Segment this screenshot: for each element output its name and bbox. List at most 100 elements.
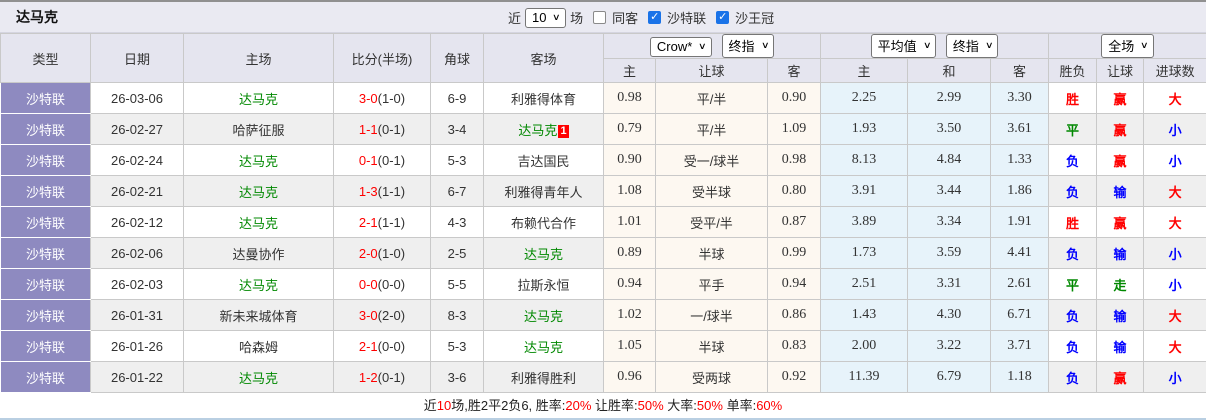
table-row: 沙特联 26-03-06 达马克 3-0(1-0) 6-9 利雅得体育 0.98…: [0, 82, 1206, 114]
match-history-panel: 达马克 近 10 ∨ 场 同客 沙特联 沙王冠 类型: [0, 0, 1206, 420]
footer-stat-value: 50%: [637, 398, 664, 413]
euro-home-odds-cell: 3.89: [820, 206, 909, 238]
chevron-down-icon: ∨: [922, 40, 932, 50]
euro-draw-odds-cell: 3.44: [907, 175, 992, 207]
header-row-selects: 类型 日期 主场 比分(半场) 角球 客场 Crow* ∨ 终指 ∨ 平均值 ∨ 终指…: [0, 33, 1206, 83]
away-team-cell[interactable]: 利雅得体育: [483, 82, 604, 114]
odds-company-select[interactable]: Crow* ∨: [649, 37, 712, 57]
euro-away-odds-cell: 4.41: [990, 237, 1050, 269]
league-type-cell: 沙特联: [0, 206, 91, 238]
asia-away-odds-cell: 0.87: [766, 206, 822, 238]
near-label: 近: [508, 11, 522, 26]
away-team-cell[interactable]: 达马克: [483, 330, 604, 362]
league-type-cell: 沙特联: [0, 144, 91, 176]
winloss-cell: 负: [1048, 299, 1098, 331]
euro-home-odds-cell: 2.51: [820, 268, 909, 300]
goals-cell: 大: [1143, 206, 1206, 238]
home-team-cell[interactable]: 达马克: [183, 361, 334, 393]
goals-cell: 小: [1143, 268, 1206, 300]
handicap-cell: 受平/半: [655, 206, 768, 238]
euro-home-odds-cell: 1.43: [820, 299, 909, 331]
home-team-cell[interactable]: 哈森姆: [183, 330, 334, 362]
euro-home-odds-cell: 1.73: [820, 237, 909, 269]
home-team-cell[interactable]: 达曼协作: [183, 237, 334, 269]
home-team-cell[interactable]: 新未来城体育: [183, 299, 334, 331]
asia-home-odds-cell: 1.01: [603, 206, 656, 238]
away-team-cell[interactable]: 达马克 1: [483, 113, 604, 145]
europe-average-select[interactable]: 平均值 ∨: [870, 34, 937, 58]
footer-stat-value: 60%: [756, 398, 783, 413]
table-row: 沙特联 26-01-26 哈森姆 2-1(0-0) 5-3 达马克 1.05 半…: [0, 330, 1206, 362]
date-cell: 26-02-12: [90, 206, 184, 238]
away-team-cell[interactable]: 利雅得胜利: [483, 361, 604, 393]
home-team-cell[interactable]: 达马克: [183, 144, 334, 176]
away-team-cell[interactable]: 拉斯永恒: [483, 268, 604, 300]
euro-home-odds-cell: 2.00: [820, 330, 909, 362]
score-cell: 2-1(0-0): [333, 330, 431, 362]
handicap-cell: 平/半: [655, 113, 768, 145]
result-scope-selects: 全场 ∨: [1048, 33, 1206, 59]
saudi-league-label[interactable]: 沙特联: [667, 8, 706, 27]
cover-cell: 赢: [1096, 113, 1145, 145]
europe-time-select[interactable]: 终指 ∨: [945, 34, 999, 58]
euro-draw-odds-cell: 3.22: [907, 330, 992, 362]
subheader-euro-draw: 和: [907, 58, 992, 83]
table-row: 沙特联 26-02-03 达马克 0-0(0-0) 5-5 拉斯永恒 0.94 …: [0, 268, 1206, 300]
date-cell: 26-02-21: [90, 175, 184, 207]
away-team-cell[interactable]: 吉达国民: [483, 144, 604, 176]
asia-away-odds-cell: 0.98: [766, 144, 822, 176]
asia-home-odds-cell: 0.89: [603, 237, 656, 269]
asia-away-odds-cell: 0.90: [766, 82, 822, 114]
full-match-select[interactable]: 全场 ∨: [1101, 34, 1154, 58]
handicap-cell: 平手: [655, 268, 768, 300]
league-type-cell: 沙特联: [0, 268, 91, 300]
kings-cup-checkbox[interactable]: [716, 10, 730, 24]
cover-cell: 赢: [1096, 82, 1145, 114]
saudi-league-checkbox[interactable]: [648, 10, 662, 24]
euro-draw-odds-cell: 4.84: [907, 144, 992, 176]
corner-cell: 2-5: [430, 237, 484, 269]
corner-cell: 4-3: [430, 206, 484, 238]
league-type-cell: 沙特联: [0, 299, 91, 331]
col-header-date: 日期: [90, 33, 184, 83]
subheader-asia-home: 主: [603, 58, 656, 83]
score-cell: 0-1(0-1): [333, 144, 431, 176]
games-label: 场: [570, 11, 584, 26]
footer-stat-label: 单率:: [722, 398, 757, 413]
kings-cup-label[interactable]: 沙王冠: [735, 8, 774, 27]
away-team-cell[interactable]: 布赖代合作: [483, 206, 604, 238]
home-team-cell[interactable]: 达马克: [183, 175, 334, 207]
euro-home-odds-cell: 11.39: [820, 361, 909, 393]
col-header-home: 主场: [183, 33, 334, 83]
asia-home-odds-cell: 1.05: [603, 330, 656, 362]
score-cell: 1-1(0-1): [333, 113, 431, 145]
home-team-cell[interactable]: 达马克: [183, 206, 334, 238]
same-away-label[interactable]: 同客: [612, 8, 638, 27]
euro-away-odds-cell: 6.71: [990, 299, 1050, 331]
away-team-cell[interactable]: 达马克: [483, 237, 604, 269]
handicap-cell: 半球: [655, 330, 768, 362]
same-away-checkbox[interactable]: [593, 11, 607, 24]
away-team-cell[interactable]: 达马克: [483, 299, 604, 331]
asia-home-odds-cell: 0.90: [603, 144, 656, 176]
euro-draw-odds-cell: 3.34: [907, 206, 992, 238]
goals-cell: 大: [1143, 82, 1206, 114]
recent-count-select[interactable]: 10 ∨: [525, 7, 567, 28]
euro-away-odds-cell: 3.71: [990, 330, 1050, 362]
odds-time-select[interactable]: 终指 ∨: [721, 34, 775, 58]
europe-odds-selects: 平均值 ∨ 终指 ∨: [820, 33, 1050, 59]
home-team-cell[interactable]: 达马克: [183, 268, 334, 300]
subheader-winloss: 胜负: [1048, 58, 1098, 83]
summary-footer: 近10场,胜2平2负6, 胜率:20% 让胜率:50% 大率:50% 单率:60…: [0, 393, 1206, 418]
league-type-cell: 沙特联: [0, 237, 91, 269]
cover-cell: 输: [1096, 299, 1145, 331]
subheader-handicap: 让球: [655, 58, 768, 83]
col-header-away: 客场: [483, 33, 604, 83]
home-team-cell[interactable]: 哈萨征服: [183, 113, 334, 145]
euro-away-odds-cell: 1.18: [990, 361, 1050, 393]
chevron-down-icon: ∨: [984, 40, 994, 50]
corner-cell: 3-4: [430, 113, 484, 145]
home-team-cell[interactable]: 达马克: [183, 82, 334, 114]
away-team-cell[interactable]: 利雅得青年人: [483, 175, 604, 207]
corner-cell: 6-9: [430, 82, 484, 114]
